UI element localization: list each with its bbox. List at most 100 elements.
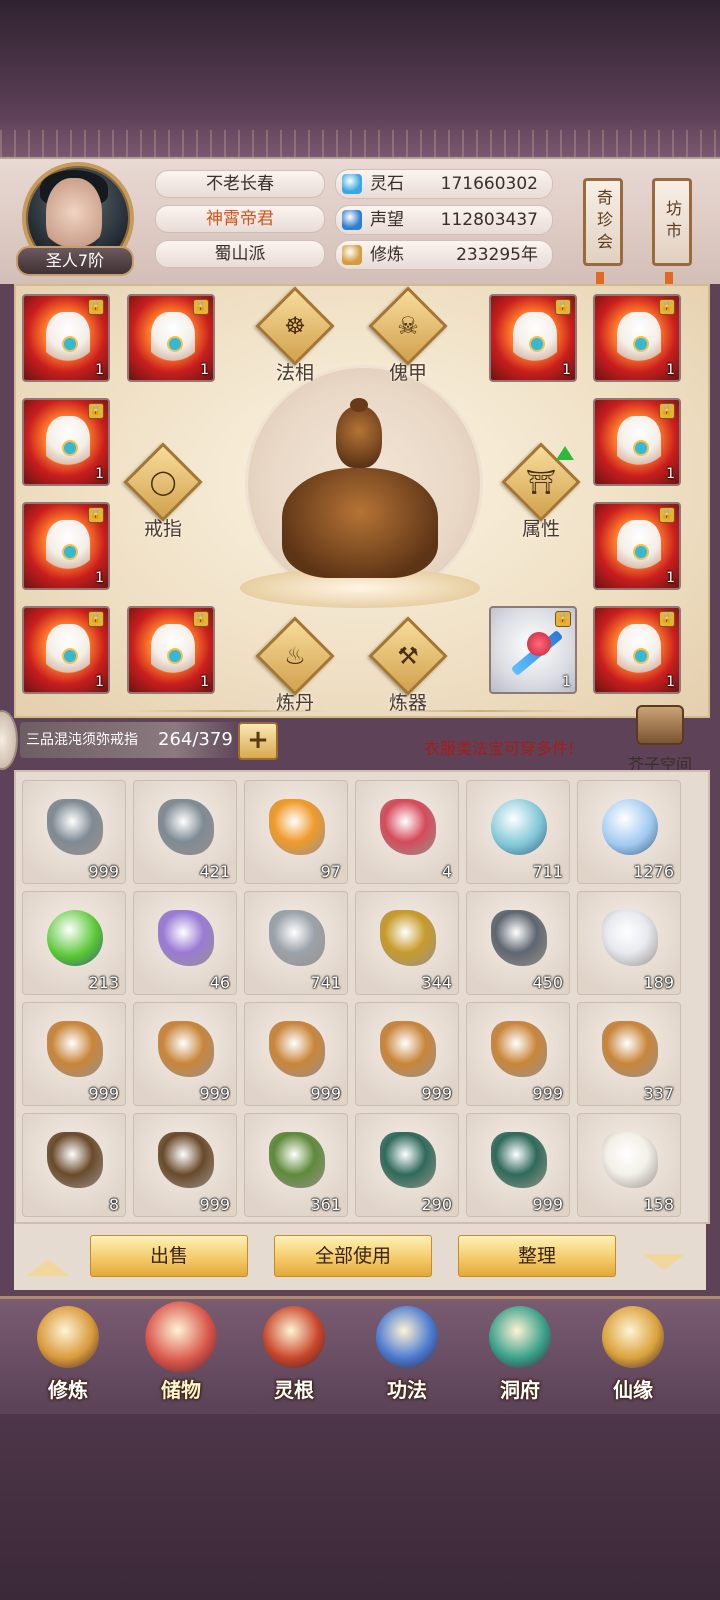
item-quantity: 999 xyxy=(532,1084,563,1103)
inventory-item[interactable]: 999 xyxy=(133,1113,237,1217)
inventory-item[interactable]: 97 xyxy=(244,780,348,884)
item-quantity: 999 xyxy=(199,1084,230,1103)
ring-name: 三品混沌须弥戒指 xyxy=(26,732,138,748)
equip-slot-robe[interactable]: 🔒 1 xyxy=(593,606,681,694)
lock-icon: 🔒 xyxy=(659,507,675,523)
spirit-stone-icon xyxy=(342,174,362,194)
inventory-item[interactable]: 999 xyxy=(22,1002,126,1106)
slot-count: 1 xyxy=(95,570,104,586)
nav-label: 修炼 xyxy=(48,1378,88,1402)
inventory-item[interactable]: 1276 xyxy=(577,780,681,884)
dharma-form-button[interactable]: ☸ 法相 xyxy=(255,286,335,385)
inventory-item[interactable]: 999 xyxy=(355,1002,459,1106)
item-quantity: 999 xyxy=(199,1195,230,1214)
nav-item-storage-bag[interactable]: 储物 xyxy=(131,1301,231,1403)
inventory-item[interactable]: 290 xyxy=(355,1113,459,1217)
upgrade-arrow-icon xyxy=(556,446,574,460)
red-treasure-chest-icon xyxy=(380,799,436,855)
figure-head xyxy=(336,406,382,468)
nav-item-spirit-root[interactable]: 灵根 xyxy=(244,1306,344,1403)
sword-hilt-icon xyxy=(527,632,551,656)
treasure-fair-button[interactable]: 奇珍会 xyxy=(583,178,623,266)
nav-item-cultivator[interactable]: 修炼 xyxy=(18,1306,118,1403)
use-all-button[interactable]: 全部使用 xyxy=(274,1235,432,1277)
divider xyxy=(130,710,330,712)
inventory-item[interactable]: 999 xyxy=(466,1002,570,1106)
inventory-item[interactable]: 344 xyxy=(355,891,459,995)
gem-icon xyxy=(62,648,78,664)
silver-ore-icon xyxy=(269,910,325,966)
berry-branch-icon xyxy=(491,1132,547,1188)
stat-label: 声望 xyxy=(370,210,404,230)
ring-icon: ◯ xyxy=(123,442,203,522)
market-button[interactable]: 坊市 xyxy=(652,178,692,266)
alchemy-cauldron-icon: ♨ xyxy=(255,616,335,696)
inventory-item[interactable]: 741 xyxy=(244,891,348,995)
equip-slot-robe[interactable]: 🔒 1 xyxy=(22,606,110,694)
inventory-item[interactable]: 4 xyxy=(355,780,459,884)
scroll-up-icon[interactable] xyxy=(26,1260,70,1276)
inventory-item[interactable]: 213 xyxy=(22,891,126,995)
equip-slot-robe[interactable]: 🔒 1 xyxy=(127,294,215,382)
dark-iron-ore-icon xyxy=(491,910,547,966)
inventory-item[interactable]: 46 xyxy=(133,891,237,995)
attributes-button[interactable]: ⛩ 属性 xyxy=(501,442,581,541)
nav-label: 灵根 xyxy=(274,1378,314,1402)
nav-item-cave-mansion[interactable]: 洞府 xyxy=(470,1306,570,1403)
inventory-item[interactable]: 711 xyxy=(466,780,570,884)
cultivation-meditation-icon xyxy=(342,245,362,265)
puppet-armor-button[interactable]: ☠ 傀甲 xyxy=(368,286,448,385)
mustard-space-button[interactable]: 芥子空间 xyxy=(622,705,698,775)
technique-book-icon xyxy=(376,1306,438,1368)
equip-slot-robe[interactable]: 🔒 1 xyxy=(22,502,110,590)
equip-slot-robe[interactable]: 🔒 1 xyxy=(593,294,681,382)
inventory-item[interactable]: 999 xyxy=(466,1113,570,1217)
item-quantity: 999 xyxy=(88,1084,119,1103)
inventory-item[interactable]: 189 xyxy=(577,891,681,995)
lock-icon: 🔒 xyxy=(88,611,104,627)
equip-slot-sword[interactable]: 🔒 1 xyxy=(489,606,577,694)
alchemy-button[interactable]: ♨ 炼丹 xyxy=(255,616,335,715)
equip-slot-robe[interactable]: 🔒 1 xyxy=(22,398,110,486)
inventory-item[interactable]: 337 xyxy=(577,1002,681,1106)
item-quantity: 189 xyxy=(643,973,674,992)
inventory-item[interactable]: 999 xyxy=(244,1002,348,1106)
green-spirit-orb-icon xyxy=(47,910,103,966)
sell-button[interactable]: 出售 xyxy=(90,1235,248,1277)
inventory-item[interactable]: 8 xyxy=(22,1113,126,1217)
expand-capacity-button[interactable]: + xyxy=(238,722,278,760)
inventory-item[interactable]: 158 xyxy=(577,1113,681,1217)
item-quantity: 1276 xyxy=(633,862,674,881)
spirit-root-icon xyxy=(263,1306,325,1368)
equip-slot-robe[interactable]: 🔒 1 xyxy=(593,398,681,486)
berry-branch-icon xyxy=(380,1132,436,1188)
capacity-count: 264/379 xyxy=(158,729,233,750)
forging-button[interactable]: ⚒ 炼器 xyxy=(368,616,448,715)
equip-slot-robe[interactable]: 🔒 1 xyxy=(489,294,577,382)
sort-button[interactable]: 整理 xyxy=(458,1235,616,1277)
inventory-item[interactable]: 999 xyxy=(22,780,126,884)
white-lily-icon xyxy=(602,910,658,966)
nav-item-technique-book[interactable]: 功法 xyxy=(357,1306,457,1403)
inventory-item[interactable]: 361 xyxy=(244,1113,348,1217)
inventory-item[interactable]: 421 xyxy=(133,780,237,884)
stat-label: 修炼 xyxy=(370,245,404,265)
scroll-down-icon[interactable] xyxy=(642,1254,686,1270)
side-handle[interactable] xyxy=(0,710,18,770)
lock-icon: 🔒 xyxy=(88,403,104,419)
anvil-icon: ⚒ xyxy=(368,616,448,696)
gourd-icon xyxy=(602,1306,664,1368)
inventory-item[interactable]: 999 xyxy=(133,1002,237,1106)
stat-spirit-stone: 灵石 171660302 xyxy=(335,169,553,199)
equip-slot-robe[interactable]: 🔒 1 xyxy=(593,502,681,590)
nav-item-gourd[interactable]: 仙缘 xyxy=(583,1306,683,1403)
stat-label: 灵石 xyxy=(370,174,404,194)
lock-icon: 🔒 xyxy=(659,403,675,419)
equip-slot-robe[interactable]: 🔒 1 xyxy=(22,294,110,382)
slot-count: 1 xyxy=(562,674,571,690)
equip-slot-robe[interactable]: 🔒 1 xyxy=(127,606,215,694)
ring-button[interactable]: ◯ 戒指 xyxy=(123,442,203,541)
ginseng-root-icon xyxy=(380,1021,436,1077)
flowering-herb-icon xyxy=(269,1132,325,1188)
inventory-item[interactable]: 450 xyxy=(466,891,570,995)
